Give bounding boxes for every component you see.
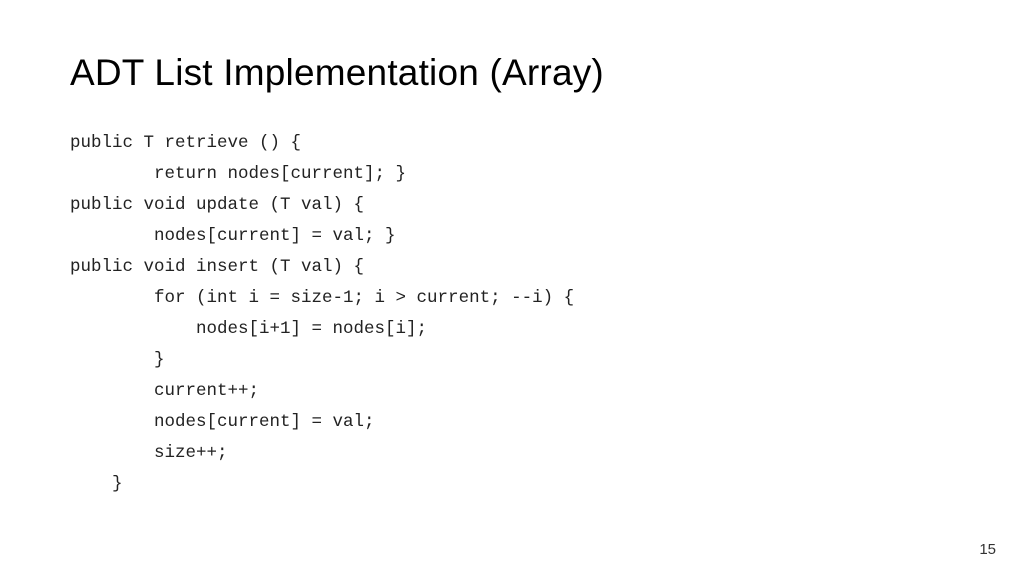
slide-title: ADT List Implementation (Array): [70, 52, 954, 94]
code-block: public T retrieve () { return nodes[curr…: [70, 128, 954, 500]
slide: ADT List Implementation (Array) public T…: [0, 0, 1024, 576]
page-number: 15: [979, 541, 996, 558]
